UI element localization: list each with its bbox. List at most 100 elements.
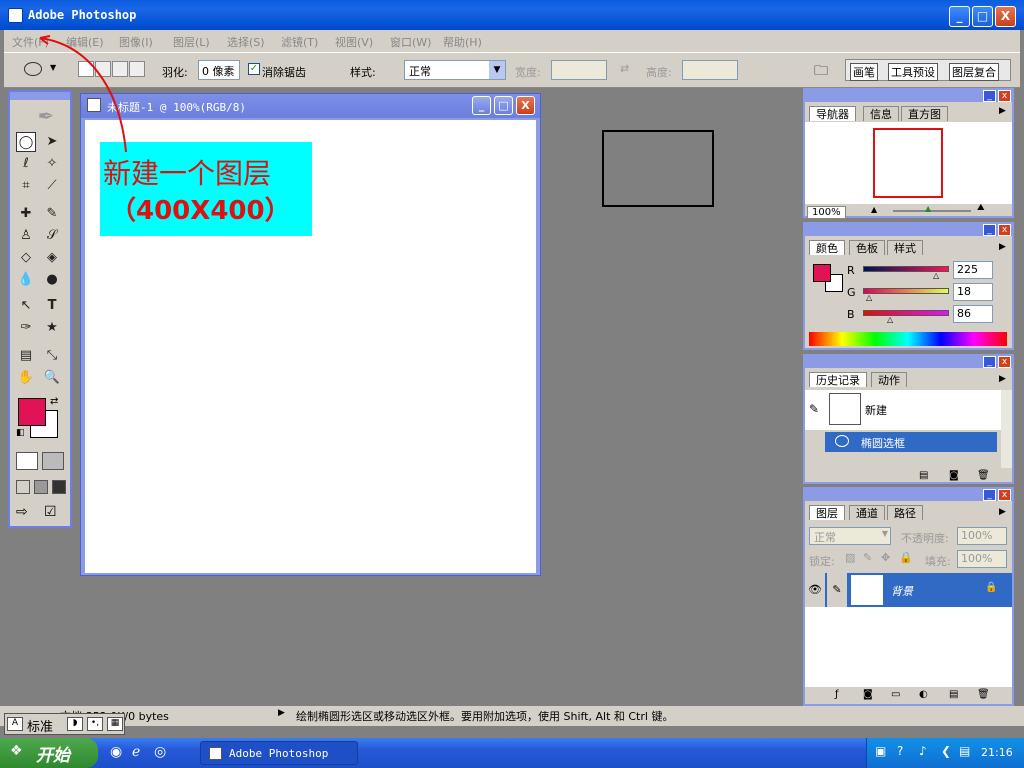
- palette-close-button[interactable]: x: [998, 90, 1011, 102]
- snapshot-icon[interactable]: ◙: [949, 470, 959, 481]
- eye-icon[interactable]: 👁: [805, 573, 825, 607]
- brush-link-icon[interactable]: ✎: [827, 573, 847, 607]
- zoom-slider-thumb[interactable]: ▲: [925, 204, 931, 213]
- trash-icon[interactable]: 🗑: [977, 689, 990, 700]
- layers-palette: _ x 图层 通道 路径 ▶ 正常 ▼ 不透明度: 100% 锁定: ▨ ✎ ✥…: [803, 487, 1014, 706]
- tab-history[interactable]: 历史记录: [809, 372, 867, 387]
- fill-input[interactable]: 100%: [957, 550, 1007, 568]
- palette-close-button[interactable]: x: [998, 224, 1011, 236]
- g-slider[interactable]: [863, 288, 949, 294]
- collapse-tray-icon[interactable]: ❮: [941, 744, 951, 758]
- tab-info[interactable]: 信息: [863, 106, 899, 121]
- palette-header[interactable]: [805, 356, 1012, 368]
- palette-header[interactable]: [805, 489, 1012, 501]
- tab-channels[interactable]: 通道: [849, 505, 885, 520]
- zoom-slider[interactable]: [893, 210, 971, 212]
- palette-close-button[interactable]: x: [998, 489, 1011, 501]
- history-brush-source-icon[interactable]: ✎: [809, 402, 819, 416]
- r-label: R: [847, 264, 855, 277]
- zoom-out-icon[interactable]: ▲: [871, 205, 877, 214]
- new-document-from-state-icon[interactable]: ▤: [919, 470, 928, 481]
- navigator-palette: _ x 导航器 信息 直方图 ▶ 100% ▲ ▲ ⛰: [803, 88, 1014, 219]
- palette-header[interactable]: [805, 224, 1012, 236]
- blend-mode-select[interactable]: 正常 ▼: [809, 527, 891, 545]
- navigator-zoom-field[interactable]: 100%: [807, 206, 846, 219]
- status-hint: 绘制椭圆形选区或移动选区外框。要用附加选项，使用 Shift, Alt 和 Ct…: [296, 710, 674, 723]
- ime-punctuation-icon[interactable]: •,: [87, 717, 103, 731]
- media-player-icon[interactable]: ◎: [154, 744, 166, 760]
- layers-list-empty: [805, 607, 1012, 687]
- tab-layers[interactable]: 图层: [809, 505, 845, 520]
- chevron-down-icon[interactable]: ▼: [882, 529, 888, 538]
- tab-paths[interactable]: 路径: [887, 505, 923, 520]
- taskbar-task-photoshop[interactable]: Adobe Photoshop: [200, 741, 358, 765]
- palette-minimize-button[interactable]: _: [983, 356, 996, 368]
- ime-halfwidth-icon[interactable]: ◗: [67, 717, 83, 731]
- tab-histogram[interactable]: 直方图: [901, 106, 948, 121]
- palette-minimize-button[interactable]: _: [983, 489, 996, 501]
- trash-icon[interactable]: 🗑: [977, 470, 990, 481]
- status-bar: 文档:352.0K/0 bytes ▶ 绘制椭圆形选区或移动选区外框。要用附加选…: [0, 706, 1024, 726]
- navigator-view-box[interactable]: [873, 128, 943, 198]
- task-label: Adobe Photoshop: [229, 747, 329, 760]
- g-input[interactable]: 18: [953, 283, 993, 301]
- ime-tray-icon[interactable]: ▣: [875, 744, 886, 758]
- b-slider[interactable]: [863, 310, 949, 316]
- layer-name: 背景: [891, 585, 913, 598]
- volume-tray-icon[interactable]: ♪: [919, 744, 927, 758]
- palette-menu-arrow-icon[interactable]: ▶: [999, 242, 1006, 252]
- start-button[interactable]: ❖ 开始: [0, 738, 98, 768]
- new-layer-icon[interactable]: ▤: [949, 689, 958, 700]
- history-snapshot-row[interactable]: ✎ 新建: [805, 390, 1001, 430]
- b-input[interactable]: 86: [953, 305, 993, 323]
- navigator-tabs: 导航器 信息 直方图 ▶: [805, 104, 1012, 122]
- b-slider-thumb[interactable]: △: [887, 315, 893, 324]
- zoom-in-icon[interactable]: ⛰: [977, 203, 985, 213]
- palette-menu-arrow-icon[interactable]: ▶: [999, 106, 1006, 116]
- palette-minimize-button[interactable]: _: [983, 90, 996, 102]
- tab-styles[interactable]: 样式: [887, 240, 923, 255]
- layer-row-background[interactable]: 👁 ✎ 背景 🔒: [805, 573, 1012, 607]
- internet-explorer-icon[interactable]: ℯ: [132, 744, 140, 760]
- desktop-globe-icon[interactable]: ◉: [110, 744, 122, 760]
- ime-mode-label[interactable]: 标准: [27, 716, 53, 735]
- color-foreground-swatch[interactable]: [813, 264, 831, 282]
- lock-image-icon[interactable]: ✎: [863, 551, 872, 564]
- layer-style-icon[interactable]: ƒ: [835, 689, 839, 700]
- adjustment-layer-icon[interactable]: ◐: [919, 689, 928, 700]
- tab-color[interactable]: 颜色: [809, 240, 845, 255]
- opacity-label: 不透明度:: [901, 532, 949, 545]
- g-label: G: [847, 286, 856, 299]
- tab-navigator[interactable]: 导航器: [809, 106, 856, 121]
- history-item-ellipse: 椭圆选框: [861, 437, 905, 450]
- help-tray-icon[interactable]: ?: [897, 744, 903, 758]
- snapshot-thumbnail: [829, 393, 861, 425]
- r-slider-thumb[interactable]: △: [933, 271, 939, 280]
- tab-swatches[interactable]: 色板: [849, 240, 885, 255]
- history-scrollbar[interactable]: [1001, 390, 1012, 468]
- new-group-icon[interactable]: ▭: [891, 689, 900, 700]
- clock[interactable]: 21:16: [981, 746, 1013, 759]
- lock-all-icon[interactable]: 🔒: [899, 551, 913, 564]
- g-slider-thumb[interactable]: △: [866, 293, 872, 302]
- color-ramp[interactable]: [809, 332, 1007, 346]
- opacity-input[interactable]: 100%: [957, 527, 1007, 545]
- lock-position-icon[interactable]: ✥: [881, 551, 890, 564]
- lock-label: 锁定:: [809, 555, 835, 568]
- ime-keyboard-icon[interactable]: ▦: [107, 717, 123, 731]
- palette-menu-arrow-icon[interactable]: ▶: [999, 507, 1006, 517]
- palette-header[interactable]: [805, 90, 1012, 102]
- palette-minimize-button[interactable]: _: [983, 224, 996, 236]
- history-state-row[interactable]: 椭圆选框: [825, 432, 997, 452]
- lock-transparency-icon[interactable]: ▨: [845, 551, 855, 564]
- network-tray-icon[interactable]: ▤: [959, 744, 970, 758]
- ime-logo-icon[interactable]: A: [7, 717, 23, 731]
- palette-close-button[interactable]: x: [998, 356, 1011, 368]
- palette-menu-arrow-icon[interactable]: ▶: [999, 374, 1006, 384]
- r-input[interactable]: 225: [953, 261, 993, 279]
- ellipse-marquee-icon: [835, 435, 849, 447]
- layer-mask-icon[interactable]: ◙: [863, 689, 873, 700]
- b-label: B: [847, 308, 855, 321]
- tab-actions[interactable]: 动作: [871, 372, 907, 387]
- status-arrow-icon[interactable]: ▶: [278, 708, 285, 718]
